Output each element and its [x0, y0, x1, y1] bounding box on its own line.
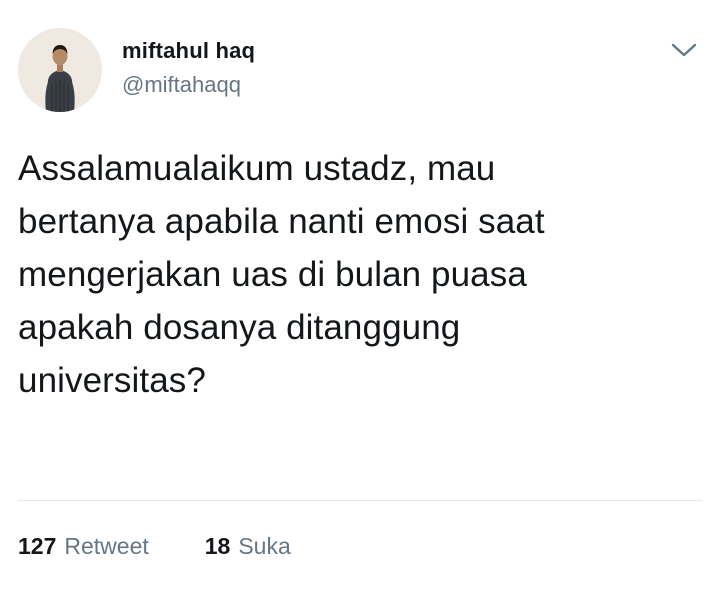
- tweet-stats: 127 Retweet 18 Suka: [18, 530, 347, 562]
- avatar[interactable]: [18, 28, 102, 112]
- chevron-down-icon[interactable]: [670, 40, 698, 60]
- retweet-count: 127: [18, 533, 57, 559]
- tweet-card: miftahul haq @miftahaqq Assalamualaikum …: [0, 0, 720, 593]
- user-handle[interactable]: @miftahaqq: [122, 70, 255, 100]
- avatar-photo: [18, 28, 102, 112]
- like-label: Suka: [238, 533, 291, 559]
- tweet-header: miftahul haq @miftahaqq: [18, 28, 255, 112]
- retweet-stat[interactable]: 127 Retweet: [18, 530, 149, 562]
- like-count: 18: [204, 533, 231, 559]
- retweet-label: Retweet: [64, 533, 149, 559]
- tweet-text: Assalamualaikum ustadz, mau bertanya apa…: [18, 149, 545, 400]
- like-stat[interactable]: 18 Suka: [205, 530, 291, 562]
- user-names: miftahul haq @miftahaqq: [122, 36, 255, 100]
- divider: [18, 500, 702, 501]
- display-name[interactable]: miftahul haq: [122, 36, 255, 66]
